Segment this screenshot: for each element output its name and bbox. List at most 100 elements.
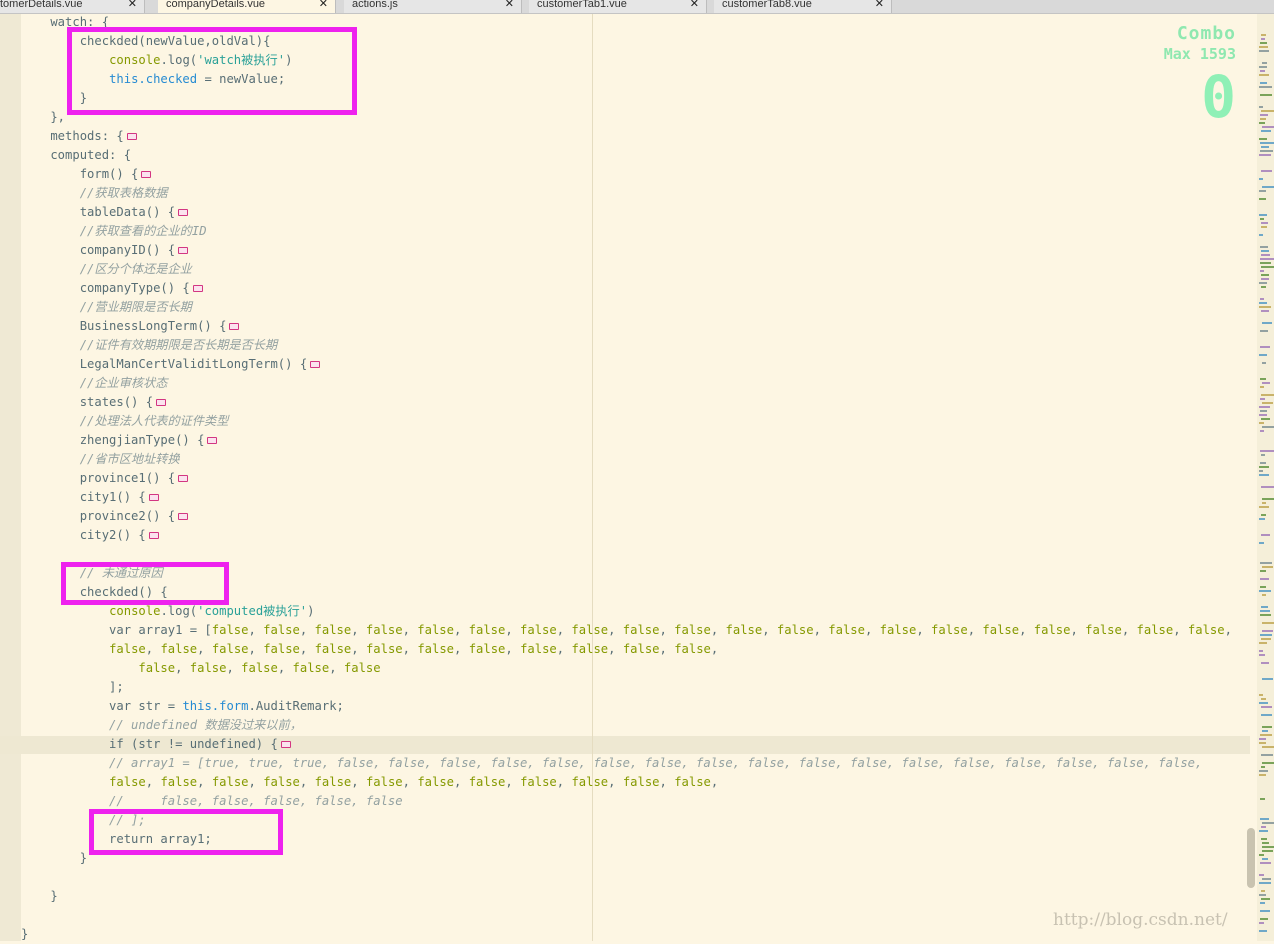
minimap-line	[1261, 278, 1269, 280]
code-line[interactable]: false, false, false, false, false, false…	[21, 773, 1232, 792]
code-line[interactable]: province1() {	[21, 469, 1232, 488]
minimap-line	[1261, 274, 1269, 276]
minimap-line	[1262, 594, 1266, 596]
minimap-line	[1260, 818, 1269, 820]
code-line[interactable]: methods: {	[21, 127, 1232, 146]
fold-marker-icon[interactable]	[178, 247, 189, 254]
code-line[interactable]: var str = this.form.AuditRemark;	[21, 697, 1232, 716]
fold-marker-icon[interactable]	[280, 741, 291, 748]
code-line[interactable]: companyType() {	[21, 279, 1232, 298]
highlight-box-return	[89, 809, 283, 855]
fold-marker-icon[interactable]	[207, 437, 218, 444]
code-line[interactable]: false, false, false, false, false, false…	[21, 640, 1232, 659]
close-icon[interactable]: ✕	[505, 0, 514, 13]
minimap-line	[1262, 630, 1273, 632]
code-line[interactable]: }	[21, 887, 1232, 906]
code-line[interactable]	[21, 868, 1232, 887]
tab-customer-tab8[interactable]: customerTab8.vue ✕	[714, 0, 892, 13]
minimap-line	[1261, 662, 1269, 664]
code-line-text: false, false, false, false, false, false…	[109, 642, 719, 656]
code-line[interactable]: form() {	[21, 165, 1232, 184]
code-line-text: },	[21, 110, 66, 124]
minimap-line	[1260, 386, 1264, 388]
code-line[interactable]: states() {	[21, 393, 1232, 412]
minimap-line	[1259, 466, 1269, 468]
code-line[interactable]: province2() {	[21, 507, 1232, 526]
minimap-line	[1260, 462, 1266, 464]
tab-customer-tab1[interactable]: customerTab1.vue ✕	[529, 0, 707, 13]
tab-customer-details[interactable]: tomerDetails.vue ✕	[0, 0, 145, 13]
minimap-line	[1259, 106, 1263, 108]
code-line[interactable]	[21, 906, 1232, 925]
code-line[interactable]: zhengjianType() {	[21, 431, 1232, 450]
code-line[interactable]: computed: {	[21, 146, 1232, 165]
minimap[interactable]	[1257, 14, 1274, 941]
tab-company-details[interactable]: companyDetails.vue ✕	[158, 0, 336, 13]
minimap-line	[1262, 726, 1272, 728]
code-line[interactable]: city2() {	[21, 526, 1232, 545]
fold-marker-icon[interactable]	[126, 133, 137, 140]
code-line-text: companyID() {	[21, 243, 176, 257]
minimap-line	[1260, 798, 1265, 800]
code-line[interactable]: LegalManCertValiditLongTerm() {	[21, 355, 1232, 374]
code-editor[interactable]: watch: { checkded(newValue,oldVal){ cons…	[21, 13, 1232, 944]
minimap-line	[1259, 506, 1269, 508]
watermark: http://blog.csdn.net/	[1053, 910, 1228, 930]
fold-marker-icon[interactable]	[178, 513, 189, 520]
minimap-line	[1259, 742, 1266, 744]
code-line[interactable]: //营业期限是否长期	[21, 298, 1232, 317]
vertical-scrollbar[interactable]	[1247, 828, 1255, 888]
minimap-line	[1262, 762, 1274, 764]
minimap-line	[1259, 46, 1268, 48]
fold-marker-icon[interactable]	[148, 532, 159, 539]
code-line[interactable]: // undefined 数据没过来以前，	[21, 716, 1232, 735]
close-icon[interactable]: ✕	[128, 0, 137, 13]
fold-marker-icon[interactable]	[148, 494, 159, 501]
code-line[interactable]: if (str != undefined) {	[21, 735, 1232, 754]
highlight-box-computed-checkded	[61, 562, 229, 605]
minimap-line	[1260, 586, 1266, 588]
tab-actions[interactable]: actions.js ✕	[344, 0, 522, 13]
minimap-line	[1262, 426, 1274, 428]
minimap-line	[1261, 454, 1265, 456]
code-line[interactable]: //处理法人代表的证件类型	[21, 412, 1232, 431]
code-line[interactable]: tableData() {	[21, 203, 1232, 222]
fold-marker-icon[interactable]	[156, 399, 167, 406]
code-line[interactable]: //企业审核状态	[21, 374, 1232, 393]
code-line[interactable]: //证件有效期期限是否长期是否长期	[21, 336, 1232, 355]
code-line[interactable]: var array1 = [false, false, false, false…	[21, 621, 1232, 640]
code-line[interactable]: //省市区地址转换	[21, 450, 1232, 469]
minimap-line	[1262, 186, 1274, 188]
code-line[interactable]: //获取查看的企业的ID	[21, 222, 1232, 241]
fold-marker-icon[interactable]	[141, 171, 152, 178]
code-line[interactable]: city1() {	[21, 488, 1232, 507]
close-icon[interactable]: ✕	[690, 0, 699, 13]
minimap-line	[1261, 898, 1270, 900]
fold-marker-icon[interactable]	[229, 323, 240, 330]
minimap-line	[1260, 114, 1268, 116]
minimap-line	[1259, 894, 1266, 896]
minimap-line	[1260, 346, 1270, 348]
close-icon[interactable]: ✕	[319, 0, 328, 13]
code-line[interactable]: //获取表格数据	[21, 184, 1232, 203]
fold-marker-icon[interactable]	[178, 209, 189, 216]
code-line[interactable]: // array1 = [true, true, true, false, fa…	[21, 754, 1232, 773]
code-line-text: //企业审核状态	[21, 376, 168, 390]
code-line[interactable]: BusinessLongTerm() {	[21, 317, 1232, 336]
close-icon[interactable]: ✕	[875, 0, 884, 13]
minimap-line	[1259, 50, 1269, 52]
minimap-line	[1259, 306, 1271, 308]
code-line-text: computed: {	[21, 148, 132, 162]
code-line[interactable]: //区分个体还是企业	[21, 260, 1232, 279]
code-line-text: BusinessLongTerm() {	[21, 319, 227, 333]
fold-marker-icon[interactable]	[178, 475, 189, 482]
fold-marker-icon[interactable]	[310, 361, 321, 368]
code-line[interactable]: ];	[21, 678, 1232, 697]
minimap-line	[1259, 930, 1267, 932]
code-line[interactable]: false, false, false, false, false	[21, 659, 1232, 678]
code-line[interactable]: }	[21, 925, 1232, 944]
fold-marker-icon[interactable]	[192, 285, 203, 292]
code-line[interactable]: companyID() {	[21, 241, 1232, 260]
minimap-line	[1260, 118, 1266, 120]
minimap-line	[1261, 226, 1267, 228]
